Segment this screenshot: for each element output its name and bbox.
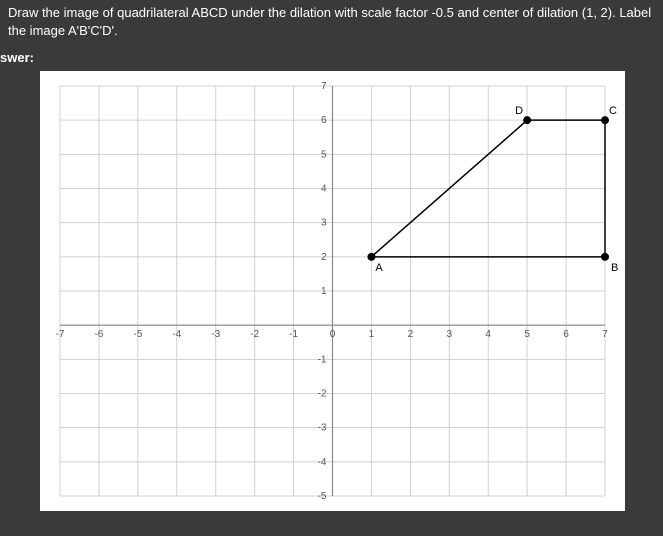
svg-text:5: 5 (321, 150, 327, 161)
svg-text:-6: -6 (94, 330, 103, 341)
instruction-text: Draw the image of quadrilateral ABCD und… (0, 0, 663, 42)
svg-text:4: 4 (321, 184, 327, 195)
vertex-C[interactable] (601, 117, 609, 125)
svg-text:5: 5 (524, 330, 530, 341)
vertex-B[interactable] (601, 253, 609, 261)
svg-text:-4: -4 (318, 457, 327, 468)
svg-text:0: 0 (330, 330, 336, 341)
instruction-line-2: the image A'B'C'D'. (8, 23, 118, 38)
svg-text:-4: -4 (172, 330, 181, 341)
vertex-label-C: C (609, 106, 617, 118)
svg-text:6: 6 (563, 330, 569, 341)
svg-text:3: 3 (447, 330, 453, 341)
vertex-A[interactable] (367, 253, 375, 261)
svg-text:-2: -2 (250, 330, 259, 341)
svg-text:-5: -5 (133, 330, 142, 341)
vertex-D[interactable] (523, 117, 531, 125)
vertex-label-B: B (611, 262, 618, 274)
svg-text:1: 1 (321, 286, 327, 297)
answer-label: swer: (0, 42, 663, 71)
graph-canvas[interactable]: -7 -6 -5 -4 -3 -2 -1 0 1 2 3 4 5 6 7 -5 -4 -3 -2 -1 1 2 3 4 5 6 7 A… (40, 71, 625, 511)
svg-text:-7: -7 (56, 330, 65, 341)
svg-text:-3: -3 (318, 423, 327, 434)
svg-text:2: 2 (321, 252, 327, 263)
svg-text:2: 2 (408, 330, 414, 341)
svg-text:7: 7 (602, 330, 608, 341)
svg-text:1: 1 (369, 330, 375, 341)
svg-text:-5: -5 (318, 491, 327, 502)
svg-text:7: 7 (321, 81, 327, 92)
svg-text:4: 4 (485, 330, 491, 341)
vertex-label-D: D (515, 106, 523, 118)
svg-text:-2: -2 (318, 389, 327, 400)
svg-text:-3: -3 (211, 330, 220, 341)
svg-text:-1: -1 (318, 355, 327, 366)
svg-text:6: 6 (321, 116, 327, 127)
coordinate-grid: -7 -6 -5 -4 -3 -2 -1 0 1 2 3 4 5 6 7 -5 -4 -3 -2 -1 1 2 3 4 5 6 7 A… (40, 71, 625, 511)
svg-text:3: 3 (321, 218, 327, 229)
svg-text:-1: -1 (289, 330, 298, 341)
vertex-label-A: A (375, 262, 383, 274)
instruction-line-1: Draw the image of quadrilateral ABCD und… (8, 5, 651, 20)
